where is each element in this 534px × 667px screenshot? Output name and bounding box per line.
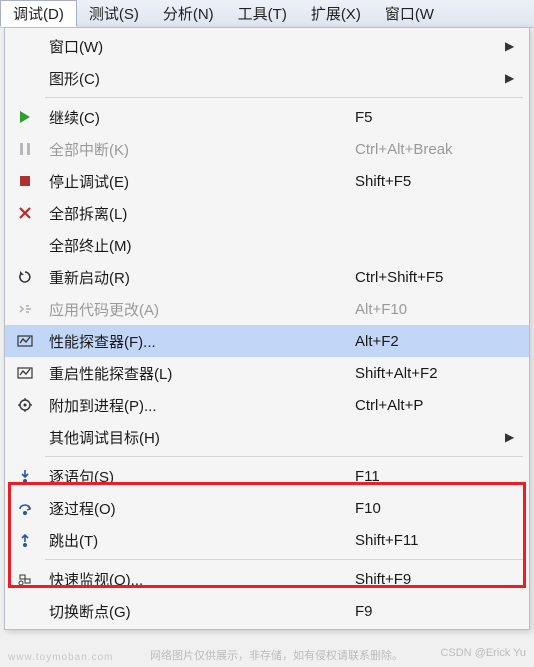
menu-shortcut: Alt+F2 (355, 333, 505, 350)
menu-label: 逐语句(S) (45, 466, 355, 487)
menu-label: 切换断点(G) (45, 601, 355, 622)
menu-label: 附加到进程(P)... (45, 395, 355, 416)
code-refresh-icon (5, 301, 45, 317)
menu-shortcut: F9 (355, 603, 505, 620)
menubar-item-tools[interactable]: 工具(T) (226, 0, 299, 27)
menu-item-detach-all[interactable]: 全部拆离(L) (5, 197, 529, 229)
menu-shortcut: Shift+F5 (355, 173, 505, 190)
menu-shortcut: F11 (355, 468, 505, 485)
menu-label: 逐过程(O) (45, 498, 355, 519)
debug-dropdown: 窗口(W) ▶ 图形(C) ▶ 继续(C) F5 全部中断(K) Ctrl+Al… (4, 27, 530, 630)
menu-item-other-targets[interactable]: 其他调试目标(H) ▶ (5, 421, 529, 453)
menu-item-performance-profiler[interactable]: 性能探查器(F)... Alt+F2 (5, 325, 529, 357)
menubar-item-window[interactable]: 窗口(W (373, 0, 446, 27)
menubar: 调试(D) 测试(S) 分析(N) 工具(T) 扩展(X) 窗口(W (0, 0, 534, 28)
menu-label: 其他调试目标(H) (45, 427, 355, 448)
menu-item-window[interactable]: 窗口(W) ▶ (5, 30, 529, 62)
menu-label: 全部终止(M) (45, 235, 355, 256)
step-into-icon (5, 468, 45, 484)
menu-item-restart-profiler[interactable]: 重启性能探查器(L) Shift+Alt+F2 (5, 357, 529, 389)
play-icon (5, 109, 45, 125)
menu-item-quickwatch[interactable]: 快速监视(Q)... Shift+F9 (5, 563, 529, 595)
restart-icon (5, 269, 45, 285)
menu-shortcut: Ctrl+Shift+F5 (355, 269, 505, 286)
menu-label: 继续(C) (45, 107, 355, 128)
watch-icon (5, 571, 45, 587)
watermark: 网络图片仅供展示，非存储，如有侵权请联系删除。 (150, 647, 403, 663)
menubar-label: 分析(N) (163, 3, 214, 24)
watermark: CSDN @Erick Yu (440, 647, 526, 659)
menubar-item-extensions[interactable]: 扩展(X) (299, 0, 373, 27)
profiler-icon (5, 365, 45, 381)
chevron-right-icon: ▶ (505, 71, 521, 85)
menu-label: 快速监视(Q)... (45, 569, 355, 590)
menu-shortcut: Shift+Alt+F2 (355, 365, 505, 382)
menu-item-step-into[interactable]: 逐语句(S) F11 (5, 460, 529, 492)
stop-icon (5, 173, 45, 189)
menubar-label: 扩展(X) (311, 3, 361, 24)
menu-item-step-over[interactable]: 逐过程(O) F10 (5, 492, 529, 524)
menu-label: 图形(C) (45, 68, 355, 89)
menu-item-apply-code-change[interactable]: 应用代码更改(A) Alt+F10 (5, 293, 529, 325)
menu-separator (45, 559, 523, 560)
menu-label: 性能探查器(F)... (45, 331, 355, 352)
menu-shortcut: F5 (355, 109, 505, 126)
menu-item-terminate-all[interactable]: 全部终止(M) (5, 229, 529, 261)
menu-item-toggle-breakpoint[interactable]: 切换断点(G) F9 (5, 595, 529, 627)
menu-item-graphics[interactable]: 图形(C) ▶ (5, 62, 529, 94)
menu-shortcut: Ctrl+Alt+P (355, 397, 505, 414)
chevron-right-icon: ▶ (505, 39, 521, 53)
pause-icon (5, 141, 45, 157)
menu-label: 跳出(T) (45, 530, 355, 551)
profiler-icon (5, 333, 45, 349)
attach-icon (5, 397, 45, 413)
menu-item-step-out[interactable]: 跳出(T) Shift+F11 (5, 524, 529, 556)
menu-label: 应用代码更改(A) (45, 299, 355, 320)
menu-shortcut: Alt+F10 (355, 301, 505, 318)
chevron-right-icon: ▶ (505, 430, 521, 444)
menubar-label: 工具(T) (238, 3, 287, 24)
menu-label: 重启性能探查器(L) (45, 363, 355, 384)
menu-label: 窗口(W) (45, 36, 355, 57)
menu-shortcut: Ctrl+Alt+Break (355, 141, 505, 158)
menu-shortcut: F10 (355, 500, 505, 517)
menu-label: 全部拆离(L) (45, 203, 355, 224)
menu-item-stop-debug[interactable]: 停止调试(E) Shift+F5 (5, 165, 529, 197)
menu-shortcut: Shift+F9 (355, 571, 505, 588)
close-icon (5, 205, 45, 221)
menubar-label: 测试(S) (89, 3, 139, 24)
step-out-icon (5, 532, 45, 548)
menu-shortcut: Shift+F11 (355, 532, 505, 549)
menu-item-restart[interactable]: 重新启动(R) Ctrl+Shift+F5 (5, 261, 529, 293)
menubar-item-test[interactable]: 测试(S) (77, 0, 151, 27)
menubar-label: 调试(D) (13, 3, 64, 24)
menu-separator (45, 456, 523, 457)
menu-item-continue[interactable]: 继续(C) F5 (5, 101, 529, 133)
menu-separator (45, 97, 523, 98)
watermark: www.toymoban.com (8, 652, 113, 663)
menu-item-attach-process[interactable]: 附加到进程(P)... Ctrl+Alt+P (5, 389, 529, 421)
menubar-item-analyze[interactable]: 分析(N) (151, 0, 226, 27)
menubar-label: 窗口(W (385, 3, 434, 24)
menubar-item-debug[interactable]: 调试(D) (0, 0, 77, 27)
menu-item-break-all[interactable]: 全部中断(K) Ctrl+Alt+Break (5, 133, 529, 165)
menu-label: 全部中断(K) (45, 139, 355, 160)
menu-label: 停止调试(E) (45, 171, 355, 192)
step-over-icon (5, 500, 45, 516)
menu-label: 重新启动(R) (45, 267, 355, 288)
